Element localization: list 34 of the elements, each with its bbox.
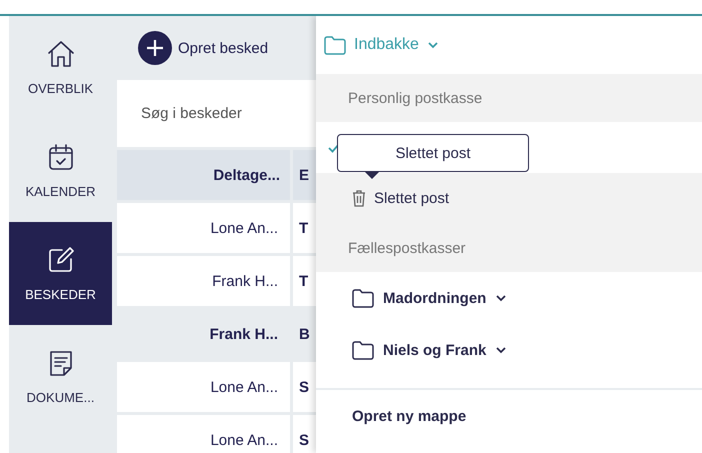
column-header[interactable]: Deltage... (117, 150, 290, 200)
table-cell: S (293, 415, 316, 453)
section-title: Personlig postkasse (316, 74, 702, 122)
chevron-down-icon (495, 294, 508, 302)
table-cell: Lone An... (117, 415, 290, 453)
chevron-down-icon (426, 41, 439, 49)
table-cell: Lone An... (117, 203, 290, 253)
nav-item[interactable]: BESKEDER (9, 222, 112, 325)
folder-item[interactable]: Slettet post (316, 173, 702, 224)
new-message-button[interactable]: Opret besked (138, 31, 268, 65)
house-icon (46, 39, 76, 69)
table-cell: S (293, 362, 316, 412)
tooltip-arrow-icon (364, 171, 380, 179)
table-cell: Lone An... (117, 362, 290, 412)
nav-item[interactable]: DOKUME... (9, 325, 112, 428)
table-cell: T (293, 203, 316, 253)
nav-item[interactable]: KALENDER (9, 119, 112, 222)
folder-item[interactable]: Niels og Frank (316, 324, 702, 376)
table-cell: Frank H... (117, 256, 290, 306)
check-icon (328, 142, 340, 152)
folder-icon (324, 36, 346, 54)
table-cell: T (293, 256, 316, 306)
folder-icon (352, 340, 374, 360)
tooltip: Slettet post (337, 134, 529, 172)
search-field[interactable]: Søg i beskeder (117, 80, 316, 147)
folder-item[interactable]: Madordningen (316, 272, 702, 324)
section-title: Fællespostkasser (316, 224, 702, 272)
plus-icon (138, 31, 172, 65)
chevron-down-icon (495, 346, 508, 354)
folder-icon (352, 288, 374, 308)
column-header[interactable]: E (293, 150, 316, 200)
nav-item[interactable]: OVERBLIK (9, 16, 112, 119)
create-folder-link[interactable]: Opret ny mappe (352, 404, 466, 429)
trash-icon (352, 190, 366, 207)
